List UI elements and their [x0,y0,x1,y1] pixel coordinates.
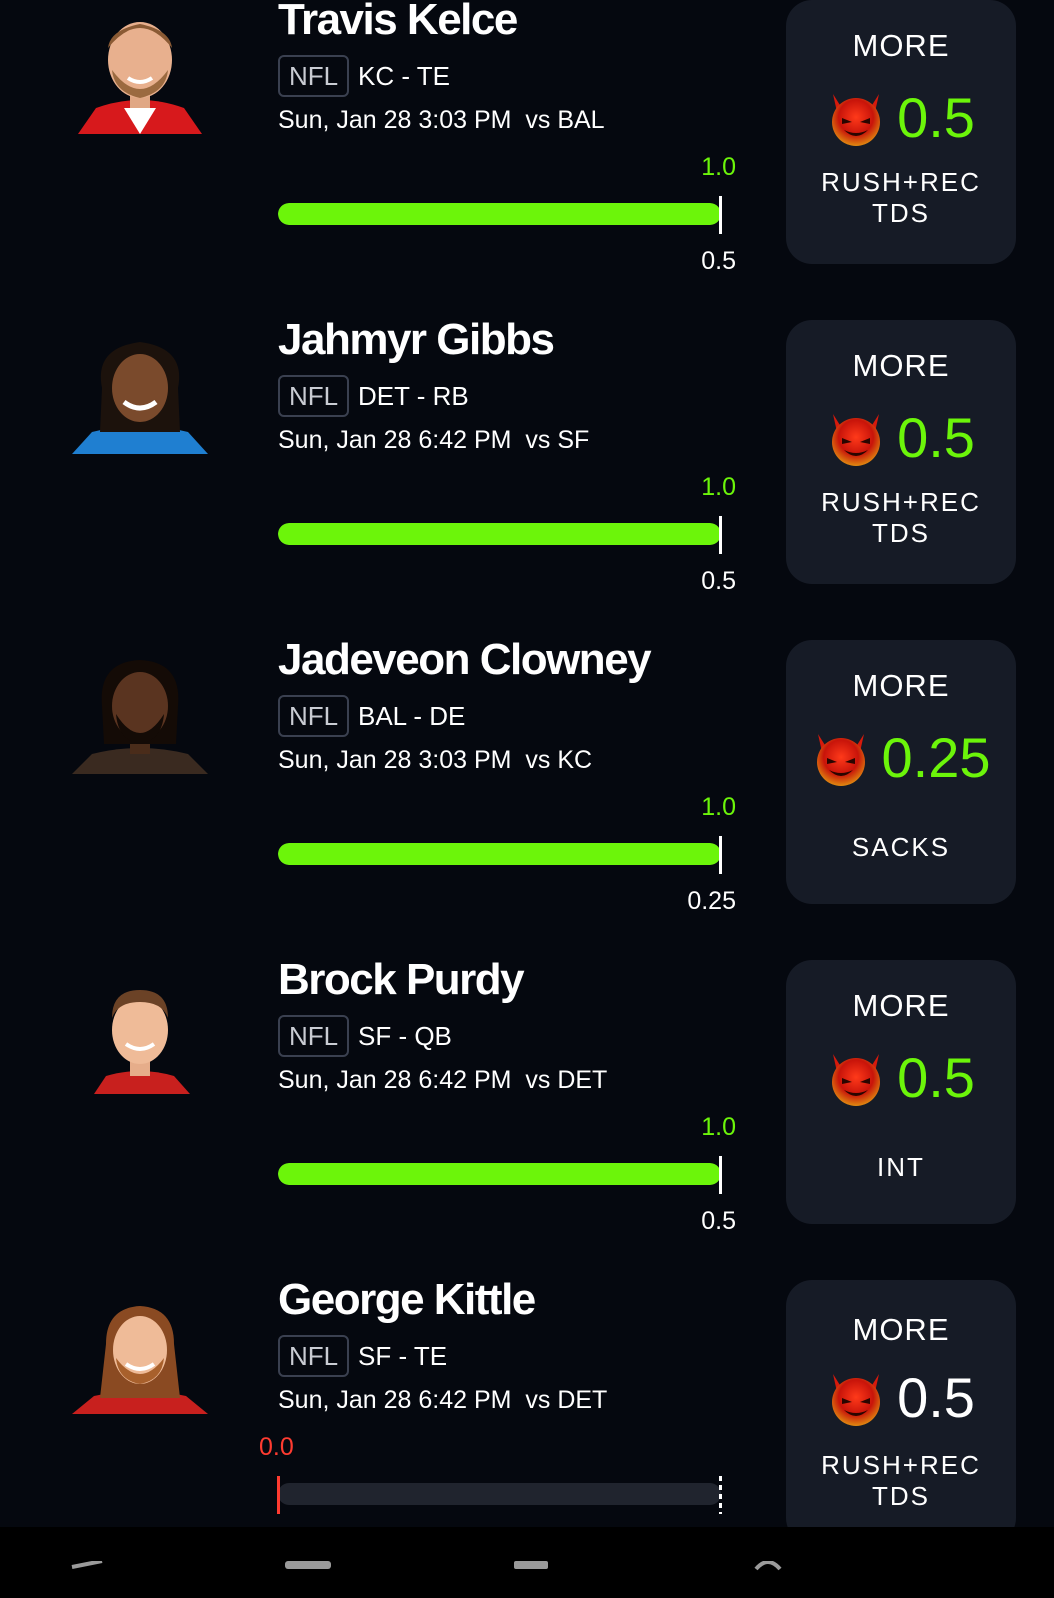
target-value: 0.5 [701,567,736,595]
home-icon[interactable] [283,1561,333,1598]
pick-card[interactable]: MORE 0.25 SACKS [786,640,1016,904]
pick-line: 0.5 [786,1046,1016,1110]
system-nav-bar [0,1527,1054,1598]
target-value: 0.25 [687,887,736,915]
team-position: SF - TE [358,1341,448,1371]
team-position: SF - QB [358,1021,452,1051]
progress-track [278,523,721,545]
actual-value: 1.0 [701,793,736,821]
target-value: 0.5 [701,247,736,275]
pick-card[interactable]: MORE 0.5 RUSH+REC TDS [786,0,1016,264]
progress-track [278,203,721,225]
pick-row[interactable]: Jadeveon Clowney NFL BAL - DE Sun, Jan 2… [0,635,1054,960]
pick-row[interactable]: Travis Kelce NFL KC - TE Sun, Jan 28 3:0… [0,0,1054,320]
devil-icon [827,1368,885,1428]
league-badge: NFL [278,1335,350,1377]
team-position: DET - RB [358,381,469,411]
actual-value: 1.0 [701,153,736,181]
league-badge: NFL [278,55,350,97]
game-info: Sun, Jan 28 6:42 PM vs DET [278,1066,608,1094]
target-marker [719,836,722,874]
progress-fill [278,523,721,545]
target-marker [719,1476,722,1514]
player-name: George Kittle [278,1275,536,1324]
devil-icon [812,728,870,788]
player-avatar [72,1288,208,1414]
progress-track [278,843,721,865]
devil-icon [827,1048,885,1108]
game-info: Sun, Jan 28 3:03 PM vs BAL [278,106,605,134]
pick-line: 0.25 [786,726,1016,790]
pick-stat-type: INT [877,1152,925,1182]
player-name: Travis Kelce [278,0,518,44]
game-info: Sun, Jan 28 3:03 PM vs KC [278,746,593,774]
game-info: Sun, Jan 28 6:42 PM vs DET [278,1386,608,1414]
actual-value: 1.0 [701,1113,736,1141]
pick-direction: MORE [852,988,950,1023]
team-position: KC - TE [358,61,450,91]
actual-value: 0.0 [259,1433,294,1461]
player-name: Jahmyr Gibbs [278,315,555,364]
assistant-icon[interactable] [752,1560,802,1598]
pick-line-value: 0.5 [897,1366,975,1429]
pick-card[interactable]: MORE 0.5 RUSH+REC TDS [786,320,1016,584]
devil-icon [827,408,885,468]
pick-direction: MORE [852,668,950,703]
player-avatar [72,328,208,454]
league-badge: NFL [278,375,350,417]
actual-marker [277,1476,280,1514]
pick-direction: MORE [852,28,950,63]
devil-icon [827,88,885,148]
player-avatar [72,968,208,1094]
pick-line-value: 0.5 [897,86,975,149]
team-position: BAL - DE [358,701,466,731]
player-avatar [72,648,208,774]
pick-stat-type: SACKS [851,832,951,862]
pick-line: 0.5 [786,86,1016,150]
player-avatar [72,8,208,134]
progress-fill [278,1163,721,1185]
pick-line: 0.5 [786,1366,1016,1430]
progress-track [278,1483,721,1505]
progress-fill [278,843,721,865]
pick-direction: MORE [852,1312,950,1347]
game-info: Sun, Jan 28 6:42 PM vs SF [278,426,590,454]
pick-direction: MORE [852,348,950,383]
pick-row[interactable]: Brock Purdy NFL SF - QB Sun, Jan 28 6:42… [0,955,1054,1280]
progress-fill [278,203,721,225]
pick-line: 0.5 [786,406,1016,470]
league-badge: NFL [278,695,350,737]
pick-row[interactable]: Jahmyr Gibbs NFL DET - RB Sun, Jan 28 6:… [0,315,1054,640]
recents-icon[interactable] [510,1561,560,1598]
target-marker [719,196,722,234]
pick-line-value: 0.5 [897,1046,975,1109]
pick-stat-type: RUSH+REC TDS [821,487,981,548]
player-name: Brock Purdy [278,955,525,1004]
player-name: Jadeveon Clowney [278,635,652,684]
pick-stat-type: RUSH+REC TDS [821,1450,981,1511]
pick-line-value: 0.25 [881,726,991,789]
progress-track [278,1163,721,1185]
actual-value: 1.0 [701,473,736,501]
target-marker [719,1156,722,1194]
pick-line-value: 0.5 [897,406,975,469]
pick-stat-type: RUSH+REC TDS [821,167,981,228]
pick-card[interactable]: MORE 0.5 RUSH+REC TDS [786,1280,1016,1544]
back-icon[interactable] [62,1559,112,1598]
pick-card[interactable]: MORE 0.5 INT [786,960,1016,1224]
target-value: 0.5 [701,1207,736,1235]
target-marker [719,516,722,554]
league-badge: NFL [278,1015,350,1057]
